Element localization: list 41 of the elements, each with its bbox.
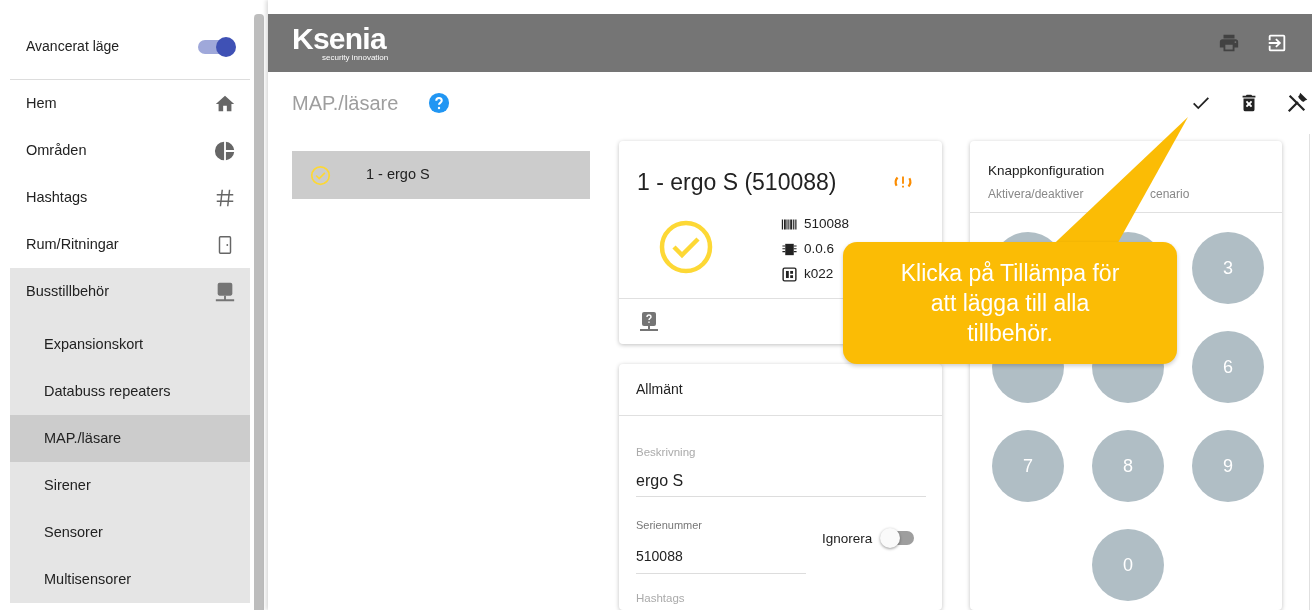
sidebar-item[interactable]: Hem [10,80,250,127]
check-circle-icon [310,164,331,186]
check-circle-icon [659,219,713,274]
scrollbar[interactable] [254,14,264,610]
pie-chart-icon [214,139,236,162]
exit-icon[interactable] [1266,32,1288,54]
logo: Ksenia security innovation [292,24,389,62]
help-icon[interactable] [428,92,451,114]
card-subtitle: Aktivera/deaktiver [988,186,1085,204]
device-info-text: k022 [804,264,834,283]
sidebar-subitem[interactable]: Expansionskort [10,321,250,368]
sidebar-subitem[interactable]: MAP./läsare [10,415,250,462]
page-title: MAP./läsare [292,91,399,116]
device-title: 1 - ergo S (510088) [637,168,837,197]
sidebar-subitem[interactable]: Sirener [10,462,250,509]
circuit-board-icon [781,265,798,283]
tools-icon[interactable] [1286,92,1308,114]
hashtags-label: Hashtags [636,590,686,606]
card-title: Knappkonfiguration [988,162,1106,180]
description-field[interactable]: Beskrivning ergo S [636,444,926,498]
sidebar-item[interactable]: Områden [10,127,250,174]
device-info-text: 510088 [804,214,850,233]
advanced-mode-toggle[interactable] [198,36,236,57]
sidebar-item[interactable]: Rum/Ritningar [10,221,250,268]
serial-field[interactable]: Serienummer 510088 [636,517,806,574]
sidebar-subitem[interactable]: Sensorer [10,509,250,556]
sidebar-subitem[interactable]: Databuss repeaters [10,368,250,415]
network-question-icon [639,310,659,333]
print-icon[interactable] [1218,32,1240,54]
card-title: Allmänt [636,380,683,399]
advanced-mode-label: Avancerat läge [26,37,120,56]
device-info-text: 0.0.6 [804,239,835,258]
sidebar-subitem[interactable]: Multisensorer [10,556,250,603]
callout-tooltip: Klicka på Tillämpa för att lägga till alla tillbehör. [843,242,1177,364]
device-list-item[interactable]: 1 - ergo S [292,151,590,199]
ignore-label: Ignorera [822,530,873,549]
monitor-network-icon [214,280,236,303]
ignore-toggle[interactable] [880,528,915,549]
card-subtitle: cenario [1150,186,1190,204]
sidebar-item[interactable]: Hashtags [10,174,250,221]
sidebar-item[interactable]: Busstillbehör [10,268,250,315]
